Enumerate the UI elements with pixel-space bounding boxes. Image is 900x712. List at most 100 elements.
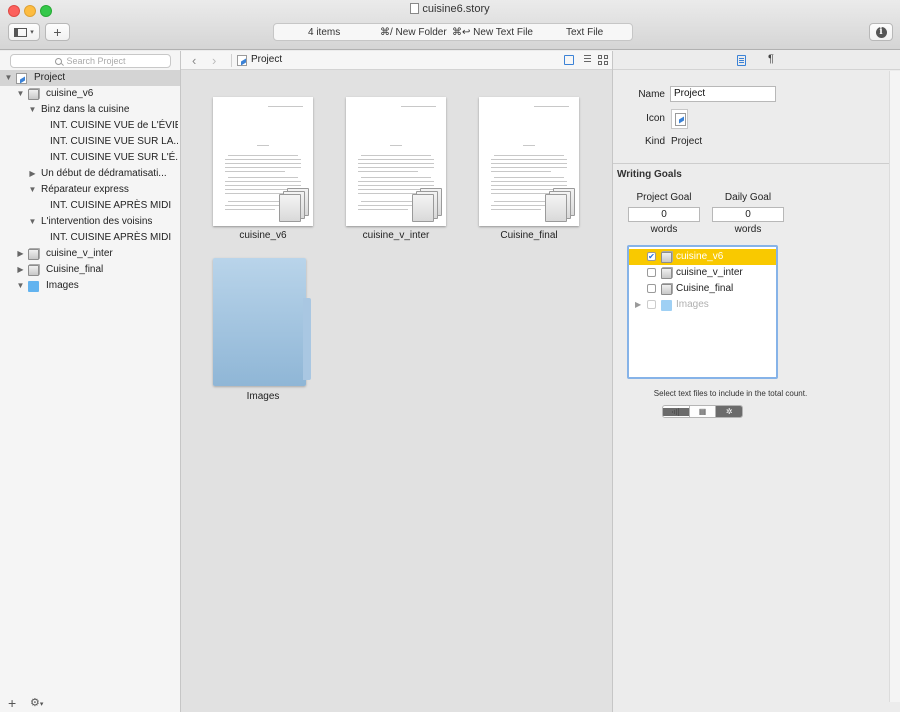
tree-row-label: Project <box>34 72 66 83</box>
tree-row-label: Images <box>46 280 79 291</box>
status-item-count: 4 items <box>308 26 341 38</box>
tree-row[interactable]: INT. CUISINE APRÈS MIDI <box>0 230 180 246</box>
inspector-scrollbar[interactable] <box>889 71 900 702</box>
text-line <box>358 185 434 186</box>
goal-file-label: cuisine_v_inter <box>676 267 743 278</box>
divider <box>613 163 890 164</box>
daily-goal-group: Daily Goal 0 words <box>712 192 784 235</box>
tree-row-label: INT. CUISINE VUE SUR LA... <box>50 136 178 147</box>
tree-row[interactable]: ▶ Un début de dédramatisati... <box>0 166 180 182</box>
item-label: cuisine_v_inter <box>362 230 430 241</box>
tree-row[interactable]: ▼ Réparateur express <box>0 182 180 198</box>
goal-view-segmented-control[interactable]: ▦ ✲ <box>662 405 743 418</box>
disclosure-closed-icon[interactable]: ▶ <box>16 262 25 278</box>
disclosure-open-icon[interactable]: ▼ <box>16 278 25 294</box>
document-inspector-tab-icon[interactable] <box>737 55 746 66</box>
page-thumbnail <box>479 97 579 226</box>
paragraph-tab-icon[interactable]: ¶ <box>768 53 774 65</box>
settings-gear-icon[interactable]: ✲ <box>716 406 742 417</box>
page-thumbnail <box>346 97 446 226</box>
path-label[interactable]: Project <box>251 54 282 65</box>
search-placeholder: Search Project <box>66 56 126 66</box>
goal-file-row[interactable]: Cuisine_final <box>629 281 776 297</box>
text-line <box>491 185 567 186</box>
add-item-footer-button[interactable]: + <box>8 695 16 711</box>
disclosure-open-icon[interactable]: ▼ <box>28 182 37 198</box>
stack-sheet <box>279 194 301 222</box>
goal-file-row[interactable]: cuisine_v_inter <box>629 265 776 281</box>
story-icon <box>16 73 27 84</box>
new-folder-hint[interactable]: ⌘/ New Folder <box>380 27 447 38</box>
sidebar-footer: + ⚙▾ <box>0 694 180 712</box>
gear-menu-button[interactable]: ⚙▾ <box>30 696 43 709</box>
text-file-item[interactable]: Cuisine_final <box>479 97 579 245</box>
disclosure-open-icon[interactable]: ▼ <box>16 86 25 102</box>
stack-sheet <box>545 194 567 222</box>
icon-label: Icon <box>646 113 665 124</box>
statistics-bars-icon[interactable] <box>663 406 690 417</box>
folder-item[interactable]: Images <box>213 258 313 406</box>
toggle-sidebar-button[interactable]: ▾ <box>8 23 40 41</box>
grid-view-icon[interactable] <box>598 55 608 65</box>
tree-row[interactable]: ▶ Cuisine_final <box>0 262 180 278</box>
add-item-button[interactable]: + <box>45 23 70 41</box>
tree-row-label: Réparateur express <box>41 184 129 195</box>
sidebar-icon <box>14 27 28 37</box>
disclosure-open-icon[interactable]: ▼ <box>28 102 37 118</box>
text-line <box>225 163 301 164</box>
folder-tab <box>303 298 311 380</box>
folder-thumbnail <box>213 258 311 388</box>
tree-row[interactable]: INT. CUISINE VUE de L'ÉVIER <box>0 118 180 134</box>
tree-row[interactable]: ▼ cuisine_v6 <box>0 86 180 102</box>
stack-icon <box>28 249 39 260</box>
disclosure-closed-icon[interactable]: ▶ <box>635 297 641 313</box>
project-goal-unit: words <box>650 224 678 235</box>
name-field[interactable]: Project <box>670 86 776 102</box>
tree-row[interactable]: ▼ Binz dans la cuisine <box>0 102 180 118</box>
include-checkbox[interactable] <box>647 268 656 277</box>
disclosure-closed-icon[interactable]: ▶ <box>28 166 37 182</box>
list-view-icon[interactable] <box>581 55 591 65</box>
project-goal-group: Project Goal 0 words <box>628 192 700 235</box>
story-icon <box>237 55 247 66</box>
daily-goal-input[interactable]: 0 <box>712 207 784 222</box>
new-text-file-hint[interactable]: ⌘↩ New Text File <box>452 27 533 38</box>
text-file-item[interactable]: cuisine_v_inter <box>346 97 446 245</box>
stack-sheet <box>412 194 434 222</box>
calendar-grid-icon[interactable]: ▦ <box>690 406 717 417</box>
page-view-icon[interactable] <box>564 55 574 65</box>
icon-well[interactable] <box>671 109 688 129</box>
tree-row[interactable]: ▼ Project <box>0 70 180 86</box>
stack-icon <box>661 284 672 295</box>
include-checkbox[interactable] <box>647 284 656 293</box>
goal-file-row[interactable]: ✔ cuisine_v6 <box>629 249 776 265</box>
include-checkbox[interactable]: ✔ <box>647 252 656 261</box>
disclosure-open-icon[interactable]: ▼ <box>28 214 37 230</box>
goal-file-label: Cuisine_final <box>676 283 734 294</box>
tree-row[interactable]: ▼ Images <box>0 278 180 294</box>
tree-row[interactable]: INT. CUISINE APRÈS MIDI <box>0 198 180 214</box>
info-button[interactable]: i <box>869 23 893 41</box>
forward-arrow-icon[interactable]: › <box>212 53 216 68</box>
text-line <box>358 163 434 164</box>
search-field[interactable]: Search Project <box>10 54 171 68</box>
tree-row[interactable]: INT. CUISINE VUE SUR LA... <box>0 134 180 150</box>
writing-goals-title: Writing Goals <box>617 169 682 180</box>
project-goal-input[interactable]: 0 <box>628 207 700 222</box>
tree-row[interactable]: INT. CUISINE VUE SUR L'É... <box>0 150 180 166</box>
goal-file-list[interactable]: ✔ cuisine_v6 cuisine_v_inter Cuisine_final ▶… <box>627 245 778 379</box>
stack-icon <box>661 268 672 279</box>
text-line <box>491 205 547 206</box>
tree-row[interactable]: ▼ L'intervention des voisins <box>0 214 180 230</box>
help-text: Select text files to include in the tota… <box>653 389 808 398</box>
goal-file-row[interactable]: ▶ Images <box>629 297 776 313</box>
tree-row[interactable]: ▶ cuisine_v_inter <box>0 246 180 262</box>
include-checkbox[interactable] <box>647 300 656 309</box>
tree-row-label: Binz dans la cuisine <box>41 104 130 115</box>
back-arrow-icon[interactable]: ‹ <box>192 53 196 68</box>
text-file-item[interactable]: cuisine_v6 <box>213 97 313 245</box>
text-line <box>225 209 275 210</box>
disclosure-closed-icon[interactable]: ▶ <box>16 246 25 262</box>
stack-icon <box>661 252 672 263</box>
disclosure-open-icon[interactable]: ▼ <box>4 70 13 86</box>
